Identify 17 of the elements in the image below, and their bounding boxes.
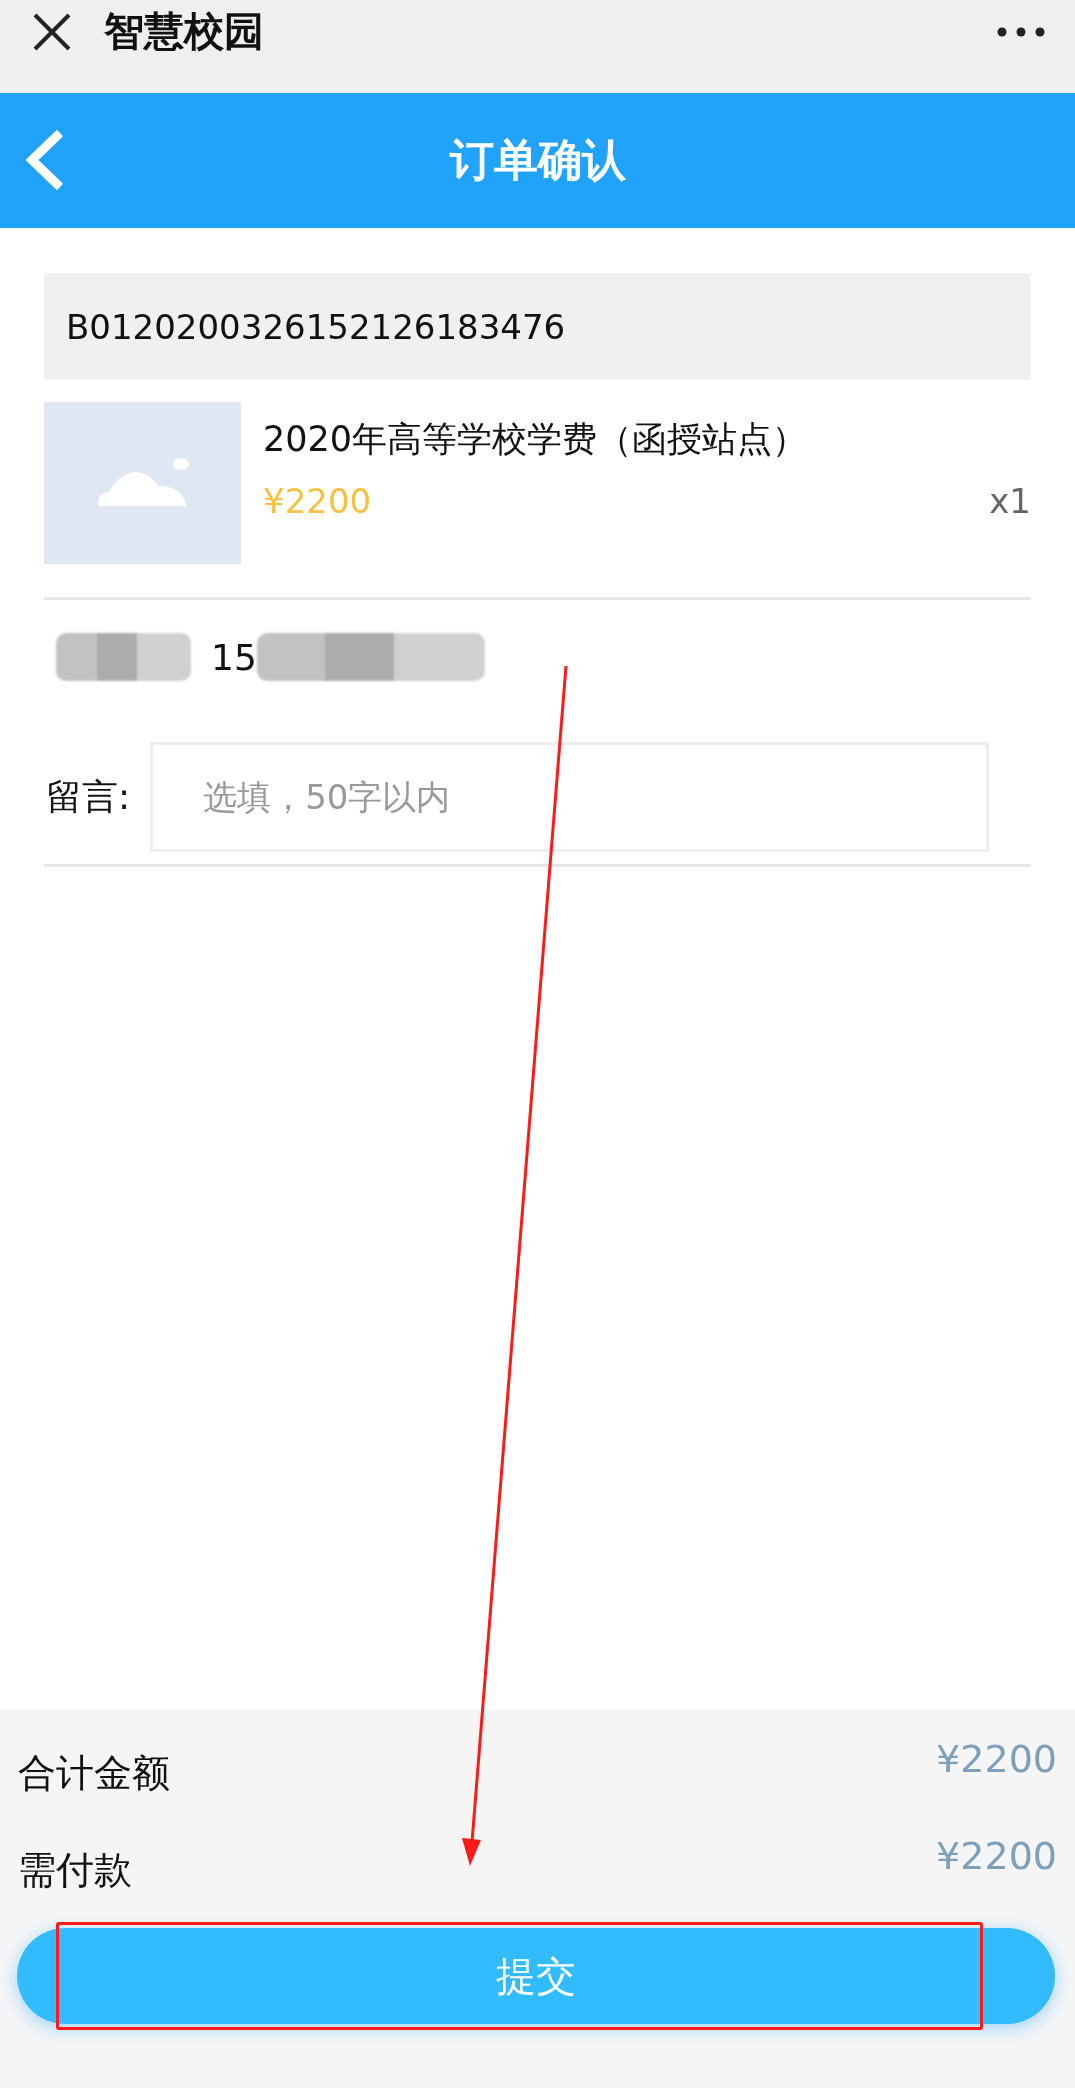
product-price: ¥2200 [263, 481, 372, 521]
more-icon[interactable] [997, 26, 1045, 37]
app-title: 智慧校园 [104, 7, 265, 56]
back-icon[interactable] [24, 129, 66, 191]
close-icon[interactable] [32, 11, 72, 52]
summary-label: 需付款 [18, 1847, 132, 1894]
summary-label: 合计金额 [18, 1750, 170, 1797]
summary-amount: ¥2200 [936, 1736, 1057, 1781]
submit-button[interactable]: 提交 [17, 1928, 1055, 2024]
message-field[interactable]: 选填，50字以内 [150, 742, 990, 852]
product-title: 2020年高等学校学费（函授站点） [263, 418, 809, 461]
phone-number: 15 [211, 636, 257, 678]
page-title: 订单确认 [449, 133, 626, 187]
summary-amount: ¥2200 [936, 1833, 1057, 1878]
product-quantity: x1 [989, 481, 1031, 521]
order-number: B0120200326152126183476 [44, 273, 1031, 380]
message-label: 留言: [45, 774, 131, 819]
